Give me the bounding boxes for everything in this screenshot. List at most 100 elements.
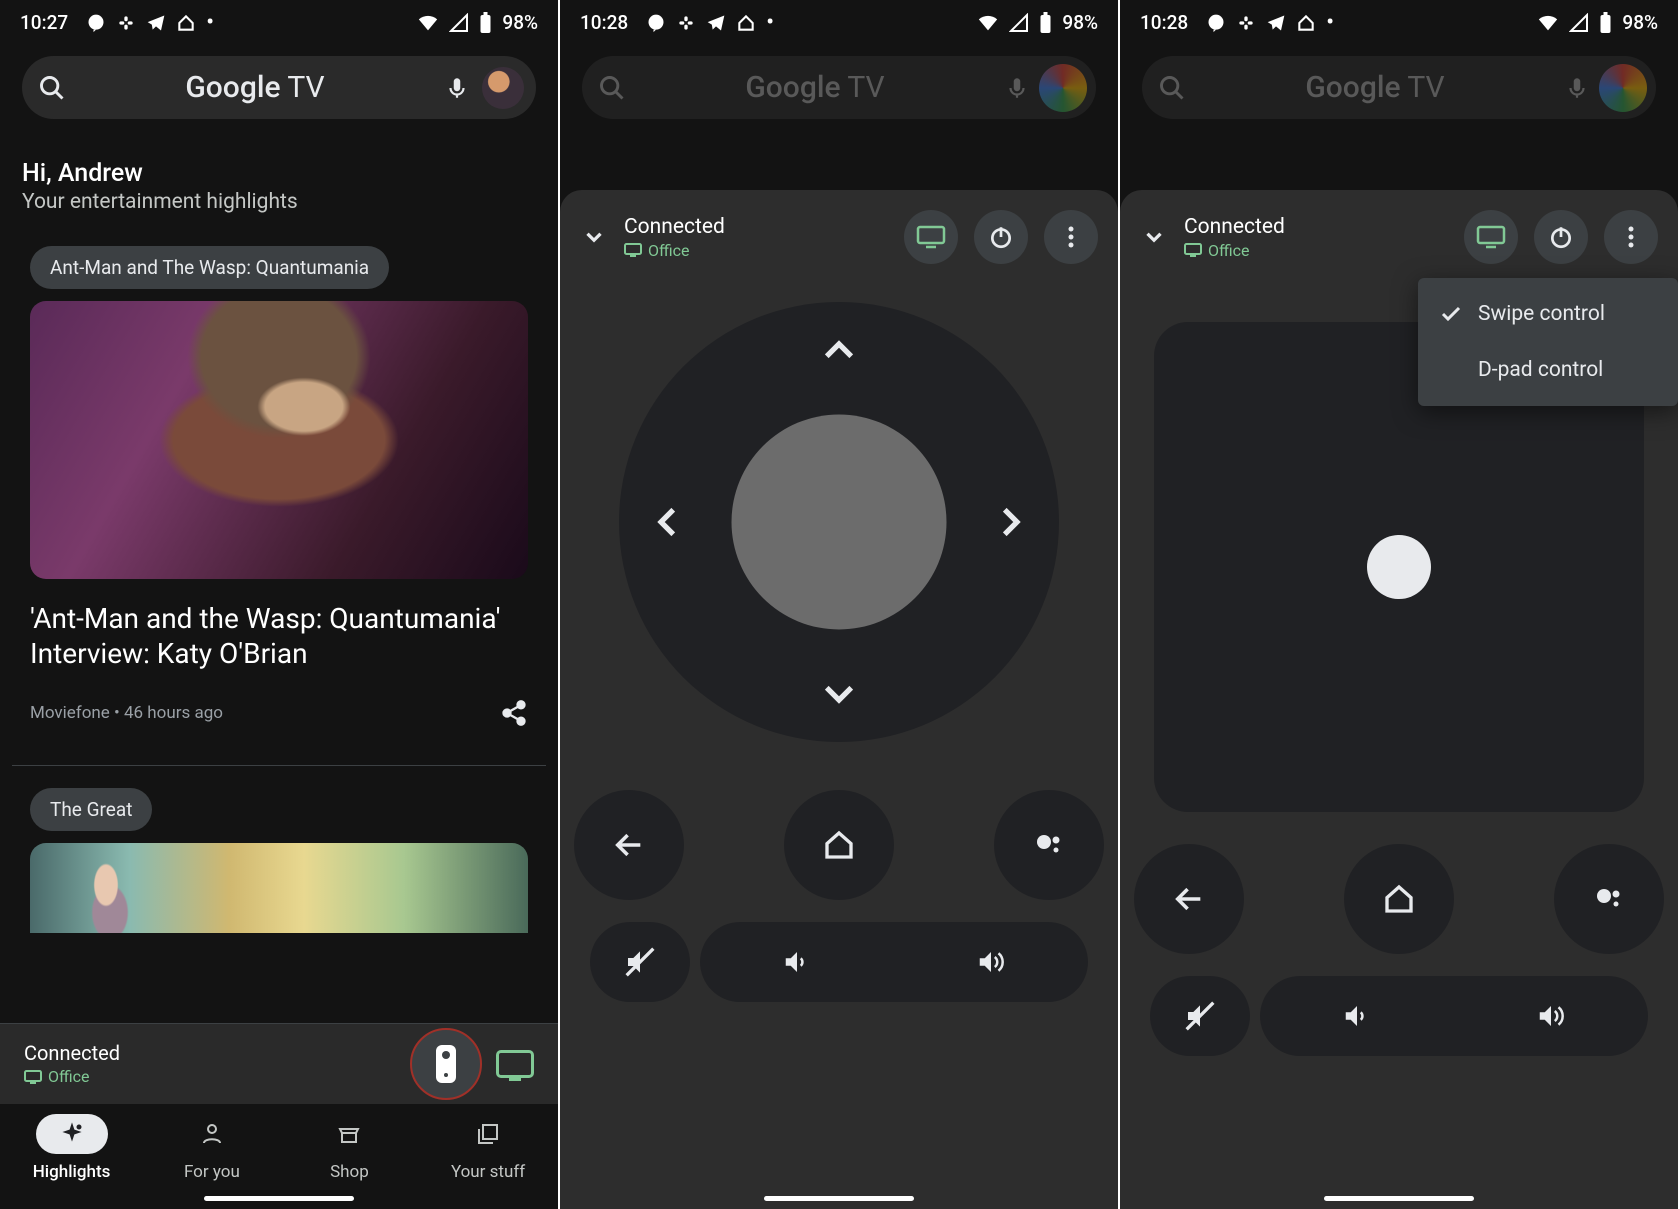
more-button[interactable] (1604, 210, 1658, 264)
tv-button[interactable] (1464, 210, 1518, 264)
volume-row (560, 922, 1118, 1002)
home-notif-icon (176, 13, 196, 33)
chip-thegreat[interactable]: The Great (30, 788, 152, 831)
dpad-select[interactable] (732, 415, 947, 630)
volume-row (1120, 976, 1678, 1056)
nav-yourstuff[interactable]: Your stuff (451, 1114, 525, 1182)
volume-down-button[interactable] (1342, 1001, 1372, 1031)
search-icon (598, 74, 626, 102)
remote-icon (436, 1045, 456, 1083)
card-title: 'Ant-Man and the Wasp: Quantumania' Inte… (30, 601, 528, 671)
volume-up-button[interactable] (1536, 1001, 1566, 1031)
connected-device: Office (624, 241, 888, 260)
wifi-icon (417, 13, 439, 33)
shop-icon (313, 1114, 385, 1154)
connected-label: Connected (1184, 215, 1448, 239)
dpad (619, 302, 1059, 742)
wifi-icon (977, 13, 999, 33)
swipe-cursor (1367, 535, 1431, 599)
gesture-bar[interactable] (764, 1196, 914, 1201)
volume-bar (700, 922, 1088, 1002)
phone-screen-2: 10:28 • 98% Google TV Connected Of (560, 0, 1120, 1209)
messenger-icon (1206, 13, 1226, 33)
status-bar: 10:27 • 98% (0, 0, 558, 41)
power-button[interactable] (974, 210, 1028, 264)
control-mode-menu: Swipe control D-pad control (1418, 278, 1678, 406)
gesture-bar[interactable] (204, 1196, 354, 1201)
telegram-icon (1266, 13, 1286, 33)
dpad-left[interactable] (647, 501, 689, 543)
search-bar: Google TV (1142, 56, 1656, 119)
mic-icon[interactable] (444, 75, 470, 101)
highlight-card-2[interactable] (0, 843, 558, 933)
connected-device: Office (24, 1067, 396, 1086)
chip-antman[interactable]: Ant-Man and The Wasp: Quantumania (30, 246, 389, 289)
search-bar[interactable]: Google TV (22, 56, 536, 119)
phone-screen-1: 10:27 • 98% Google TV Hi, Andrew Your en… (0, 0, 560, 1209)
tv-button[interactable] (904, 210, 958, 264)
gesture-bar[interactable] (1324, 1196, 1474, 1201)
collapse-icon[interactable] (1140, 224, 1168, 250)
status-time: 10:27 (20, 11, 68, 34)
highlight-card-1[interactable]: 'Ant-Man and the Wasp: Quantumania' Inte… (0, 301, 558, 747)
home-button[interactable] (1344, 844, 1454, 954)
volume-up-button[interactable] (976, 947, 1006, 977)
greeting-hi: Hi, Andrew (22, 159, 536, 188)
home-button[interactable] (784, 790, 894, 900)
dpad-down[interactable] (818, 672, 860, 714)
battery-percent: 98% (1062, 11, 1098, 34)
more-button[interactable] (1044, 210, 1098, 264)
messenger-icon (86, 13, 106, 33)
slack-icon (116, 13, 136, 33)
battery-icon (1599, 12, 1612, 34)
remote-header: Connected Office (1120, 200, 1678, 282)
connected-label: Connected (624, 215, 888, 239)
connected-bar[interactable]: Connected Office (0, 1023, 558, 1103)
nav-highlights[interactable]: Highlights (33, 1114, 111, 1182)
greeting-sub: Your entertainment highlights (22, 190, 536, 214)
home-notif-icon (1296, 13, 1316, 33)
messenger-icon (646, 13, 666, 33)
assistant-button[interactable] (1554, 844, 1664, 954)
battery-percent: 98% (1622, 11, 1658, 34)
dpad-right[interactable] (989, 501, 1031, 543)
mute-button[interactable] (590, 922, 690, 1002)
collections-icon (452, 1114, 524, 1154)
dpad-up[interactable] (818, 330, 860, 372)
avatar[interactable] (480, 65, 526, 111)
slack-icon (1236, 13, 1256, 33)
mic-icon (1004, 75, 1030, 101)
menu-dpad-control[interactable]: D-pad control (1418, 342, 1678, 398)
search-icon[interactable] (38, 74, 66, 102)
assistant-button[interactable] (994, 790, 1104, 900)
person-icon (176, 1114, 248, 1154)
remote-action-row (1120, 844, 1678, 954)
volume-down-button[interactable] (782, 947, 812, 977)
tv-icon[interactable] (496, 1050, 534, 1078)
telegram-icon (706, 13, 726, 33)
remote-action-row (560, 790, 1118, 900)
mute-button[interactable] (1150, 976, 1250, 1056)
greeting: Hi, Andrew Your entertainment highlights (0, 129, 558, 224)
menu-swipe-control[interactable]: Swipe control (1418, 286, 1678, 342)
nav-foryou[interactable]: For you (176, 1114, 248, 1182)
remote-button-highlighted[interactable] (410, 1028, 482, 1100)
power-button[interactable] (1534, 210, 1588, 264)
mic-icon (1564, 75, 1590, 101)
signal-icon (1569, 13, 1589, 33)
nav-shop[interactable]: Shop (313, 1114, 385, 1182)
bottom-nav: Highlights For you Shop Your stuff (0, 1103, 558, 1209)
back-button[interactable] (574, 790, 684, 900)
card-thumbnail-2 (30, 843, 528, 933)
home-notif-icon (736, 13, 756, 33)
more-notifications-icon: • (1326, 10, 1334, 35)
status-time: 10:28 (580, 11, 628, 34)
search-brand: Google TV (76, 70, 434, 105)
card-meta: Moviefone • 46 hours ago (30, 703, 223, 723)
collapse-icon[interactable] (580, 224, 608, 250)
telegram-icon (146, 13, 166, 33)
back-button[interactable] (1134, 844, 1244, 954)
search-brand: Google TV (1196, 70, 1554, 105)
share-icon[interactable] (500, 699, 528, 727)
search-brand: Google TV (636, 70, 994, 105)
